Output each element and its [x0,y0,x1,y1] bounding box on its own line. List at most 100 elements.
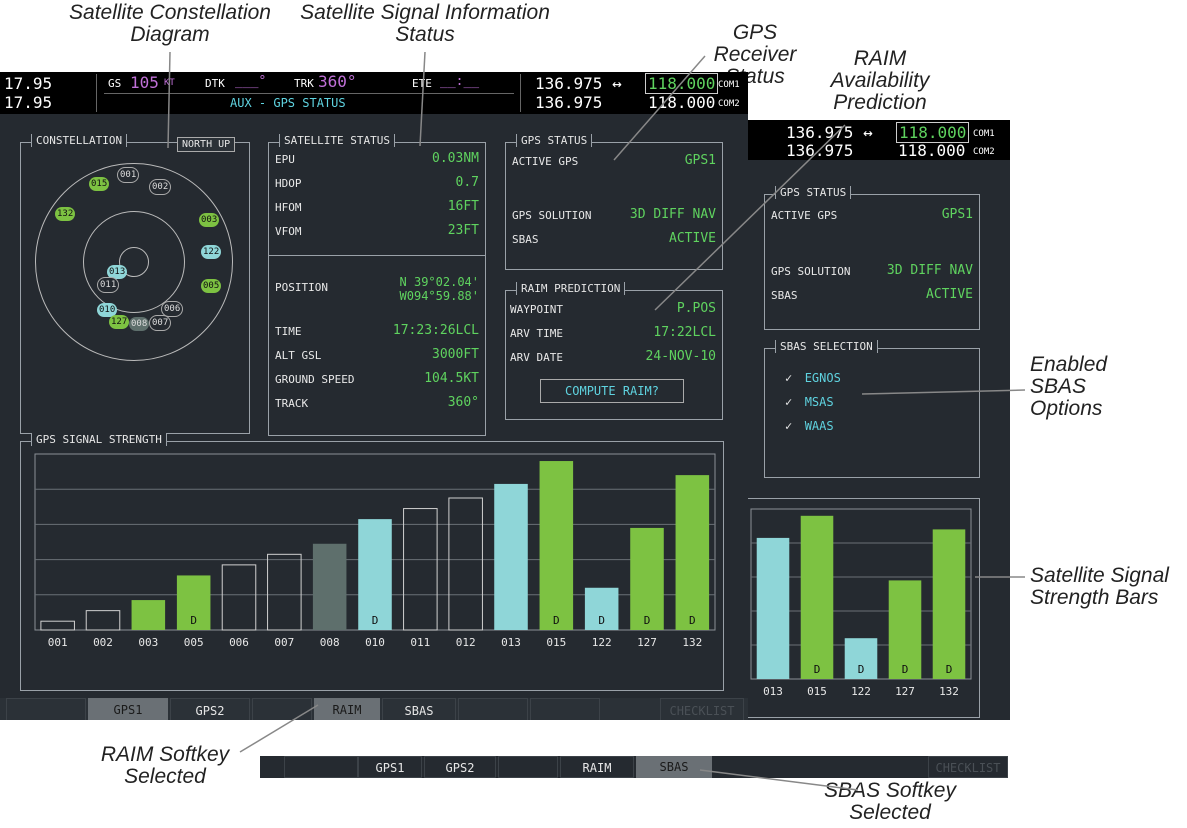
softkey2-blank-2[interactable] [498,756,558,778]
signal-bar-002 [85,610,121,631]
sat-001: 001 [117,167,140,183]
checkbox-icon: ✓ [785,395,793,409]
callout-raim-softkey: RAIM Softkey Selected [100,743,230,788]
tick-label-002: 002 [93,636,113,649]
com2-tag-2: COM2 [973,147,995,157]
softkey-checklist[interactable]: CHECKLIST [660,698,744,720]
compute-raim-label: COMPUTE RAIM? [565,384,659,398]
softkey-blank-4[interactable] [530,698,600,720]
com1-active: 118.000 [645,73,719,94]
gps-solution-value-2: 3D DIFF NAV [886,263,973,278]
com2-standby-2: 136.975 [786,141,854,160]
softkey2-raim[interactable]: RAIM [560,756,634,778]
time-label: TIME [275,325,302,338]
tick-label-127: 127 [637,636,657,649]
constellation-panel: CONSTELLATION NORTH UP 001 015 002 132 0… [20,134,250,434]
tick-label-001: 001 [48,636,68,649]
gps-status-panel: GPS STATUS ACTIVE GPS GPS1 GPS SOLUTION … [505,134,723,270]
signal-bar-007 [267,553,302,631]
active-gps-label-2: ACTIVE GPS [771,209,838,222]
sat-127: 127 [109,315,130,329]
sat-007: 007 [149,315,172,331]
nav-header: 17.95 17.95 GS 105 KT DTK ___° TRK 360° … [0,72,748,114]
gps-status-screen-raim: 17.95 17.95 GS 105 KT DTK ___° TRK 360° … [0,72,748,720]
gps-status-title-2: GPS STATUS [775,186,852,199]
callout-raim-prediction: RAIM Availability Prediction [830,47,930,114]
tick-label-015: 015 [807,685,827,698]
signal-bar-012 [448,497,483,631]
callout-constellation-diagram: Satellite Constellation Diagram [69,1,271,46]
tick-label-007: 007 [274,636,294,649]
differential-label-005: D [190,614,197,627]
compute-raim-button[interactable]: COMPUTE RAIM? [540,379,684,403]
signal-bar-013 [494,483,528,630]
differential-label-132: D [946,663,953,676]
softkey2-sbas[interactable]: SBAS [636,756,712,778]
softkey-raim[interactable]: RAIM [314,698,380,720]
softkey2-gps2[interactable]: GPS2 [424,756,496,778]
position-label: POSITION [275,281,328,294]
position-lon: W094°59.88' [399,289,479,303]
tick-label-132: 132 [682,636,702,649]
position-lat: N 39°02.04' [399,275,479,289]
callout-enabled-sbas: Enabled SBAS Options [1030,353,1108,420]
softkey-gps2[interactable]: GPS2 [170,698,250,720]
hfom-value: 16FT [447,199,479,214]
softkey-blank-3[interactable] [458,698,528,720]
epu-label: EPU [275,153,295,166]
softkey-gps1[interactable]: GPS1 [88,698,168,720]
gs-unit: KT [164,78,175,88]
track-value: 360° [447,395,479,410]
com2-active: 118.000 [648,93,716,112]
tick-label-006: 006 [229,636,249,649]
arv-date-label: ARV DATE [510,351,563,364]
signal-bar-008 [312,543,347,630]
alt-gsl-value: 3000FT [432,347,479,362]
sbas-option-label: MSAS [804,395,834,409]
ete-label: ETE [412,77,432,90]
tick-label-013: 013 [763,685,783,698]
differential-label-122: D [598,614,605,627]
com-header-2: 136.975 ↔ 118.000 COM1 136.975 118.000 C… [748,120,1010,160]
constellation-title: CONSTELLATION [31,134,128,147]
softkey-blank-1[interactable] [6,698,86,720]
arv-time-label: ARV TIME [510,327,563,340]
gs-value: 105 [130,73,159,92]
com2-tag: COM2 [718,99,740,109]
hfom-label: HFOM [275,201,302,214]
sbas-option-egnos[interactable]: ✓ EGNOS [785,369,841,387]
sbas-option-waas[interactable]: ✓ WAAS [785,417,834,435]
signal-strength-chart-1: 001 002 003 D 005 006 007 008 D 010 011 012 013 D 015 D… [34,453,716,649]
waypoint-value[interactable]: P.POS [677,301,716,316]
gs-label: GS [108,77,122,90]
callout-strength-bars: Satellite Signal Strength Bars [1030,564,1169,609]
page-title: AUX - GPS STATUS [230,96,346,110]
com2-active-2: 118.000 [898,141,966,160]
sat-132: 132 [55,207,76,221]
softkey2-blank-1[interactable] [284,756,358,778]
hdop-value: 0.7 [455,175,479,190]
differential-label-122: D [858,663,865,676]
dtk-value: ___° [235,74,267,89]
signal-bar-132 [675,475,710,630]
sbas-option-msas[interactable]: ✓ MSAS [785,393,834,411]
differential-label-132: D [689,614,696,627]
tick-label-011: 011 [410,636,430,649]
signal-bar-006 [221,564,257,631]
differential-label-127: D [644,614,651,627]
satellite-status-title: SATELLITE STATUS [279,134,395,147]
arv-date-value[interactable]: 24-NOV-10 [646,349,716,364]
softkey-sbas[interactable]: SBAS [382,698,456,720]
signal-strength-panel-2: 013 D 015 D 122 D 127 D 132 [748,498,980,718]
softkey2-checklist[interactable]: CHECKLIST [928,756,1008,778]
tick-label-010: 010 [365,636,385,649]
gps-solution-label: GPS SOLUTION [512,209,592,222]
north-up-button[interactable]: NORTH UP [177,137,236,152]
arv-time-value[interactable]: 17:22LCL [653,325,716,340]
vfom-value: 23FT [447,223,479,238]
sat-015: 015 [89,177,110,191]
softkey2-gps1[interactable]: GPS1 [358,756,422,778]
softkey-blank-2[interactable] [252,698,312,720]
trk-value: 360° [318,72,357,91]
com2-standby: 136.975 [535,93,603,112]
